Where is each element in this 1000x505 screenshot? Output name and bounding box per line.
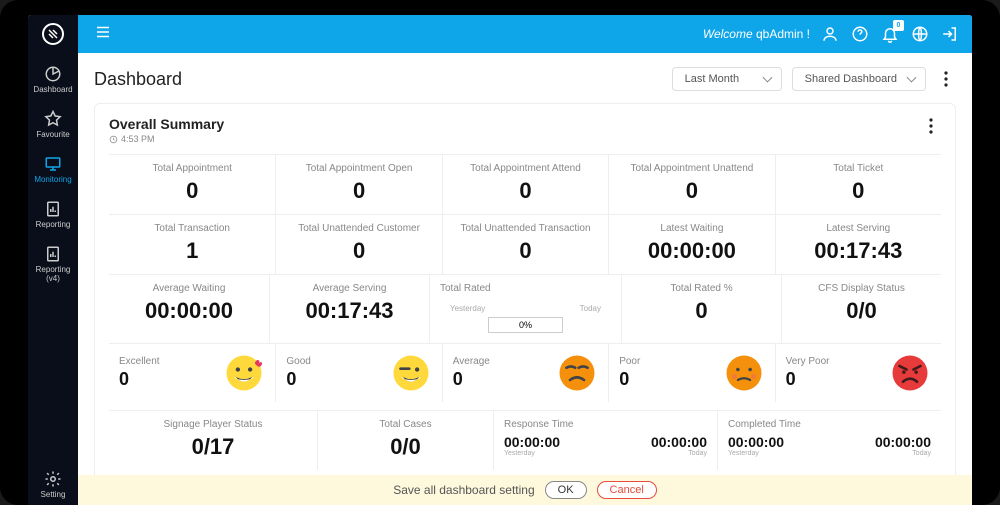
period-select[interactable]: Last Month	[672, 67, 782, 91]
stat-total-ticket: Total Ticket0	[775, 155, 941, 214]
report-icon	[44, 200, 62, 218]
sidebar-item-label: Monitoring	[34, 175, 71, 184]
help-icon[interactable]	[850, 24, 870, 44]
stat-total-appointment-open: Total Appointment Open0	[275, 155, 441, 214]
rating-excellent: Excellent0	[109, 344, 275, 402]
stat-response-time: Response Time 00:00:00Yesterday 00:00:00…	[493, 411, 717, 470]
sidebar-item-reporting-v4[interactable]: Reporting (v4)	[28, 239, 78, 289]
emoji-good-icon	[390, 352, 432, 394]
sidebar-item-reporting[interactable]: Reporting	[28, 194, 78, 235]
content-area: Dashboard Last Month Shared Dashboard Ov…	[78, 53, 972, 505]
report-icon	[44, 245, 62, 263]
notification-badge: 0	[893, 20, 904, 31]
topbar: Welcome qbAdmin ! 0	[78, 15, 972, 53]
banner-text: Save all dashboard setting	[393, 483, 534, 497]
sidebar-item-label: Reporting (v4)	[28, 265, 78, 283]
sidebar: Dashboard Favourite Monitoring Reporting…	[28, 15, 78, 505]
stat-cfs-display-status: CFS Display Status0/0	[781, 275, 941, 343]
gear-icon	[44, 470, 62, 488]
overall-summary-card: Overall Summary 4:53 PM Total Appointmen…	[94, 103, 956, 483]
stat-total-appointment-attend: Total Appointment Attend0	[442, 155, 608, 214]
stat-average-waiting: Average Waiting00:00:00	[109, 275, 269, 343]
rating-good: Good0	[275, 344, 441, 402]
stat-total-appointment-unattend: Total Appointment Unattend0	[608, 155, 774, 214]
star-icon	[44, 110, 62, 128]
page-title: Dashboard	[94, 69, 182, 90]
rating-average: Average0	[442, 344, 608, 402]
page-menu-button[interactable]	[936, 69, 956, 89]
monitor-icon	[44, 155, 62, 173]
stat-total-rated-pct: Total Rated %0	[621, 275, 781, 343]
sidebar-item-label: Setting	[41, 490, 66, 499]
sidebar-item-dashboard[interactable]: Dashboard	[28, 59, 78, 100]
logout-icon[interactable]	[940, 24, 960, 44]
emoji-very-poor-icon	[889, 352, 931, 394]
sidebar-item-label: Dashboard	[33, 85, 72, 94]
globe-icon[interactable]	[910, 24, 930, 44]
card-timestamp: 4:53 PM	[109, 134, 224, 144]
stat-total-cases: Total Cases0/0	[317, 411, 493, 470]
emoji-poor-icon	[723, 352, 765, 394]
progress-value: 0%	[488, 317, 563, 333]
cancel-button[interactable]: Cancel	[597, 481, 657, 499]
ok-button[interactable]: OK	[545, 481, 587, 499]
card-title: Overall Summary	[109, 116, 224, 132]
menu-toggle-button[interactable]	[90, 19, 116, 50]
pie-chart-icon	[44, 65, 62, 83]
card-menu-button[interactable]	[921, 116, 941, 136]
stat-latest-waiting: Latest Waiting00:00:00	[608, 215, 774, 274]
emoji-average-icon	[556, 352, 598, 394]
welcome-text: Welcome qbAdmin !	[703, 27, 810, 41]
main-area: Welcome qbAdmin ! 0 Dashboard Last Month…	[78, 15, 972, 505]
stat-signage-player-status: Signage Player Status0/17	[109, 411, 317, 470]
save-settings-banner: Save all dashboard setting OK Cancel	[78, 475, 972, 505]
sidebar-item-monitoring[interactable]: Monitoring	[28, 149, 78, 190]
app-logo	[42, 23, 64, 45]
rating-poor: Poor0	[608, 344, 774, 402]
stat-average-serving: Average Serving00:17:43	[269, 275, 429, 343]
stat-total-transaction: Total Transaction1	[109, 215, 275, 274]
dashboard-select[interactable]: Shared Dashboard	[792, 67, 926, 91]
user-icon[interactable]	[820, 24, 840, 44]
stat-total-unattended-customer: Total Unattended Customer0	[275, 215, 441, 274]
stat-latest-serving: Latest Serving00:17:43	[775, 215, 941, 274]
notification-icon[interactable]: 0	[880, 24, 900, 44]
emoji-excellent-icon	[223, 352, 265, 394]
clock-icon	[109, 135, 118, 144]
stat-total-unattended-transaction: Total Unattended Transaction0	[442, 215, 608, 274]
sidebar-item-favourite[interactable]: Favourite	[28, 104, 78, 145]
rating-very-poor: Very Poor0	[775, 344, 941, 402]
sidebar-item-label: Reporting	[36, 220, 71, 229]
stat-total-appointment: Total Appointment0	[109, 155, 275, 214]
sidebar-item-label: Favourite	[36, 130, 69, 139]
stat-total-rated: Total Rated YesterdayToday 0%	[429, 275, 621, 343]
stat-completed-time: Completed Time 00:00:00Yesterday 00:00:0…	[717, 411, 941, 470]
sidebar-item-setting[interactable]: Setting	[28, 464, 78, 505]
